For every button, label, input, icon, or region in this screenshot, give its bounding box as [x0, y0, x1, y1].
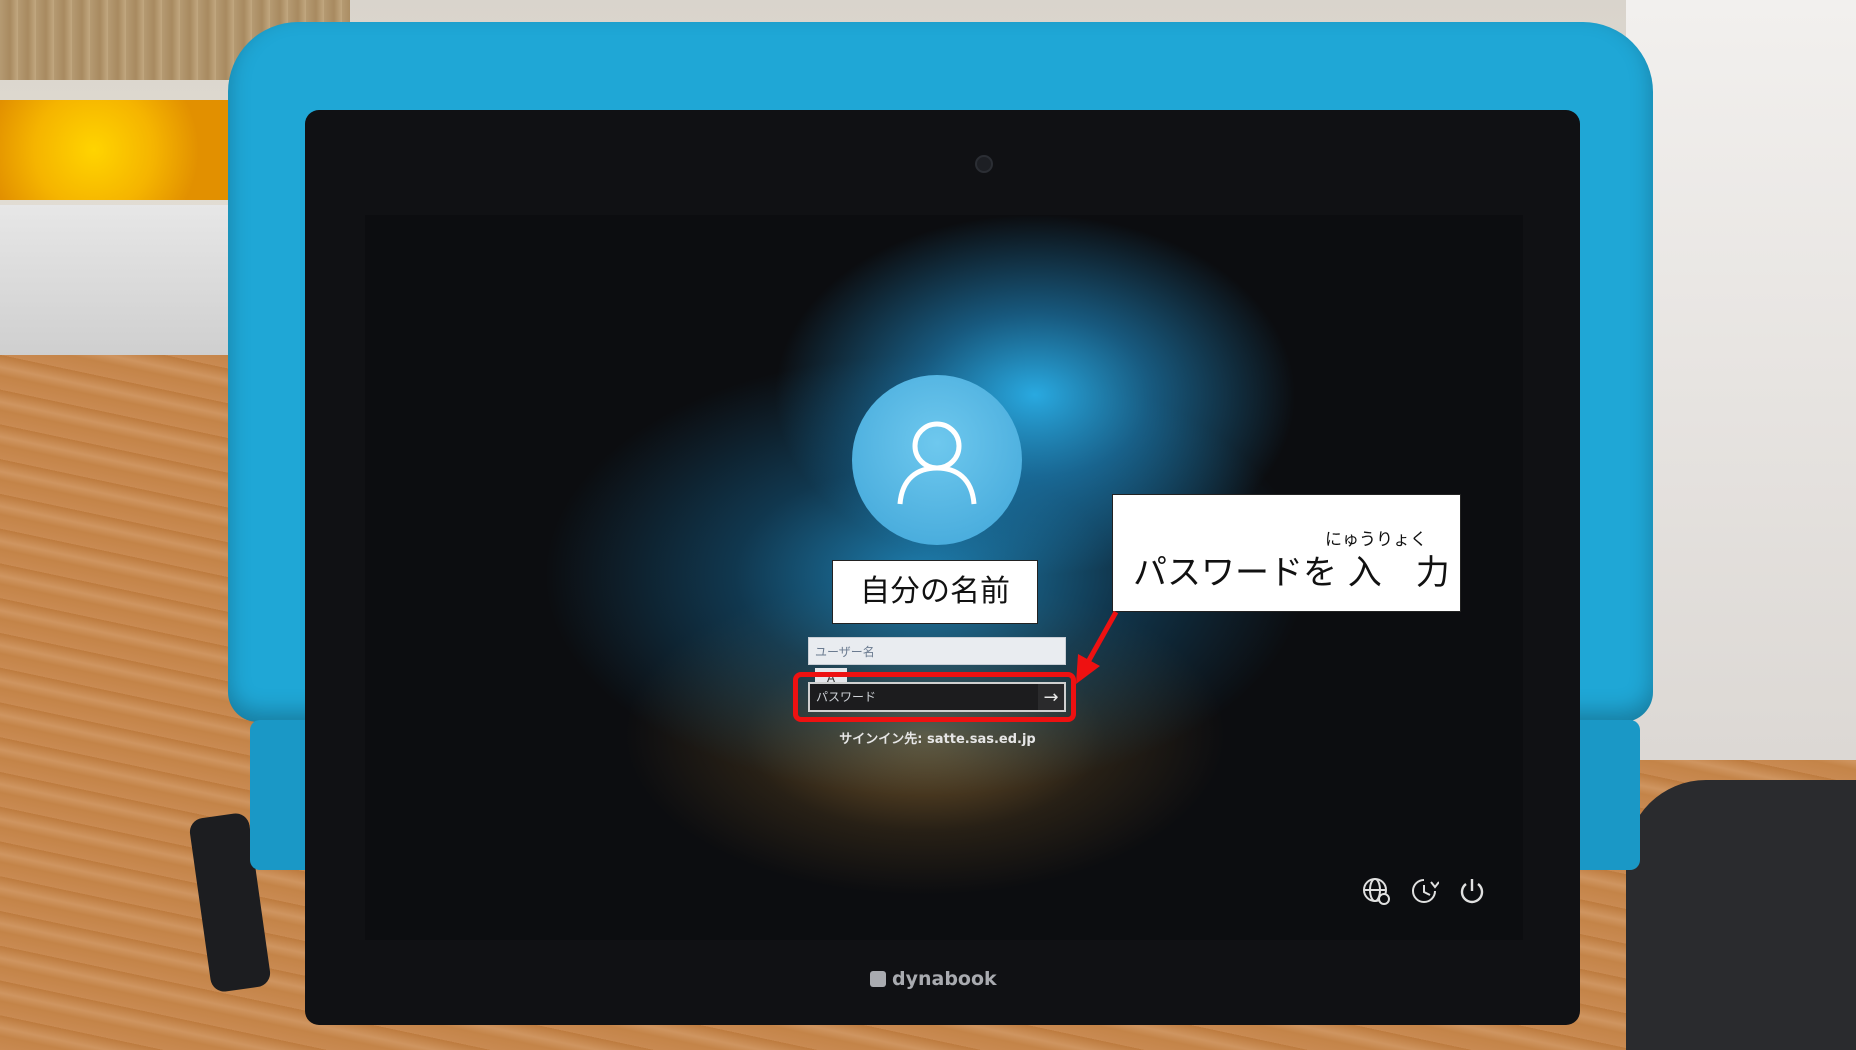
name-callout: 自分の名前 [832, 560, 1038, 624]
camera [975, 155, 993, 173]
brand-logo-icon [870, 971, 886, 987]
user-avatar [852, 375, 1022, 545]
password-callout: にゅうりょく パスワードを 入 力 [1112, 494, 1461, 612]
shelf [0, 205, 235, 355]
dark-cloth [1626, 780, 1856, 1050]
password-highlight-box [793, 672, 1076, 722]
callout-arrow-icon [1076, 610, 1119, 684]
brand-name: dynabook [892, 968, 997, 990]
wall [1626, 0, 1856, 760]
username-field[interactable]: ユーザー名 [808, 637, 1066, 665]
network-globe-icon[interactable] [1360, 875, 1392, 907]
password-callout-text: パスワードを 入 力 [1133, 553, 1450, 593]
ease-of-access-icon[interactable] [1408, 875, 1440, 907]
power-icon[interactable] [1456, 875, 1488, 907]
fruit-box [0, 100, 235, 200]
system-icons [1360, 875, 1488, 907]
device-brand: dynabook [870, 968, 997, 990]
signin-domain-text: サインイン先: satte.sas.ed.jp [839, 732, 1036, 747]
user-icon [897, 421, 977, 505]
